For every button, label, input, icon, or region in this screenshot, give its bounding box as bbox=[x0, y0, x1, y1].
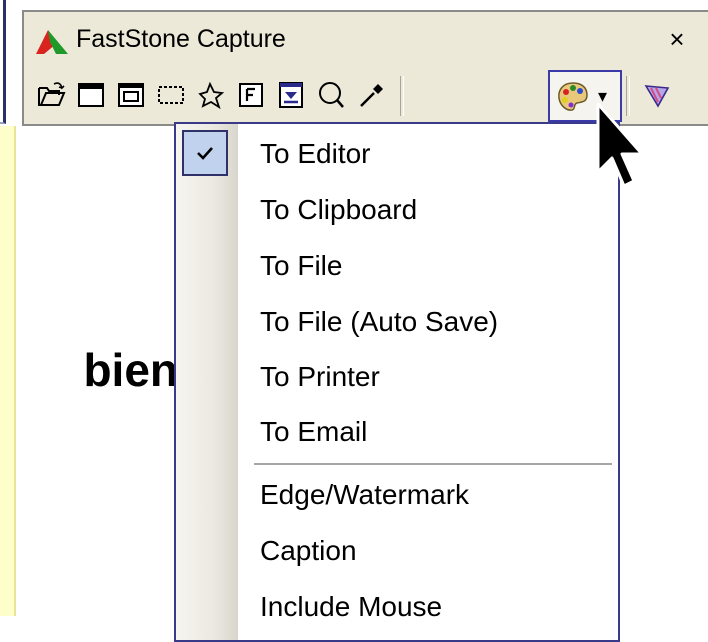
mouse-cursor-icon bbox=[596, 102, 644, 188]
menu-item-label: To Editor bbox=[260, 138, 371, 169]
capture-scrolling-icon bbox=[279, 82, 303, 108]
color-picker-icon bbox=[360, 84, 383, 107]
capture-object-button[interactable] bbox=[114, 78, 148, 112]
capture-scrolling-button[interactable] bbox=[274, 78, 308, 112]
menu-item-label: Edge/Watermark bbox=[260, 479, 470, 510]
output-menu: To Editor To Clipboard To File To File (… bbox=[174, 122, 620, 642]
open-file-icon bbox=[38, 82, 66, 106]
capture-rectangle-button[interactable] bbox=[154, 78, 188, 112]
checkmark-icon bbox=[182, 130, 228, 176]
menu-item-label: To File (Auto Save) bbox=[260, 306, 499, 337]
menu-item-label: To Printer bbox=[260, 361, 380, 392]
menu-item-caption[interactable]: Caption bbox=[176, 525, 618, 577]
menu-item-to-file[interactable]: To File bbox=[176, 240, 618, 292]
title-bar[interactable]: FastStone Capture × bbox=[24, 12, 708, 64]
menu-item-label: To File bbox=[260, 250, 343, 281]
magnifier-icon bbox=[319, 82, 344, 108]
menu-item-label: To Clipboard bbox=[260, 194, 418, 225]
menu-item-label: Caption bbox=[260, 535, 357, 566]
background-window-edge bbox=[0, 0, 6, 124]
settings-icon bbox=[644, 85, 670, 108]
close-button[interactable]: × bbox=[662, 24, 692, 54]
capture-freehand-button[interactable] bbox=[194, 78, 228, 112]
open-file-button[interactable] bbox=[34, 78, 68, 112]
capture-window-button[interactable] bbox=[74, 78, 108, 112]
capture-fullscreen-button[interactable] bbox=[234, 78, 268, 112]
menu-item-label: To Email bbox=[260, 416, 368, 447]
menu-item-to-printer[interactable]: To Printer bbox=[176, 351, 618, 403]
menu-item-edge-watermark[interactable]: Edge/Watermark bbox=[176, 469, 618, 521]
output-palette-icon bbox=[558, 82, 588, 111]
capture-fullscreen-icon bbox=[239, 83, 263, 107]
menu-separator bbox=[254, 463, 612, 465]
magnifier-button[interactable] bbox=[314, 78, 348, 112]
capture-rectangle-icon bbox=[158, 86, 184, 104]
menu-item-label: Include Mouse bbox=[260, 591, 443, 622]
faststone-logo-icon bbox=[36, 30, 68, 54]
menu-item-include-mouse[interactable]: Include Mouse bbox=[176, 581, 618, 633]
background-partial-word: bien bbox=[83, 344, 178, 396]
window-title: FastStone Capture bbox=[76, 25, 286, 53]
menu-item-to-email[interactable]: To Email bbox=[176, 406, 618, 458]
capture-freehand-icon bbox=[198, 81, 225, 110]
menu-item-to-clipboard[interactable]: To Clipboard bbox=[176, 184, 618, 236]
color-picker-button[interactable] bbox=[354, 78, 388, 112]
toolbar-separator bbox=[400, 76, 404, 116]
menu-item-to-file-auto-save[interactable]: To File (Auto Save) bbox=[176, 296, 618, 348]
capture-object-icon bbox=[118, 83, 144, 107]
menu-item-to-editor[interactable]: To Editor bbox=[176, 128, 618, 180]
capture-window-icon bbox=[78, 83, 104, 107]
